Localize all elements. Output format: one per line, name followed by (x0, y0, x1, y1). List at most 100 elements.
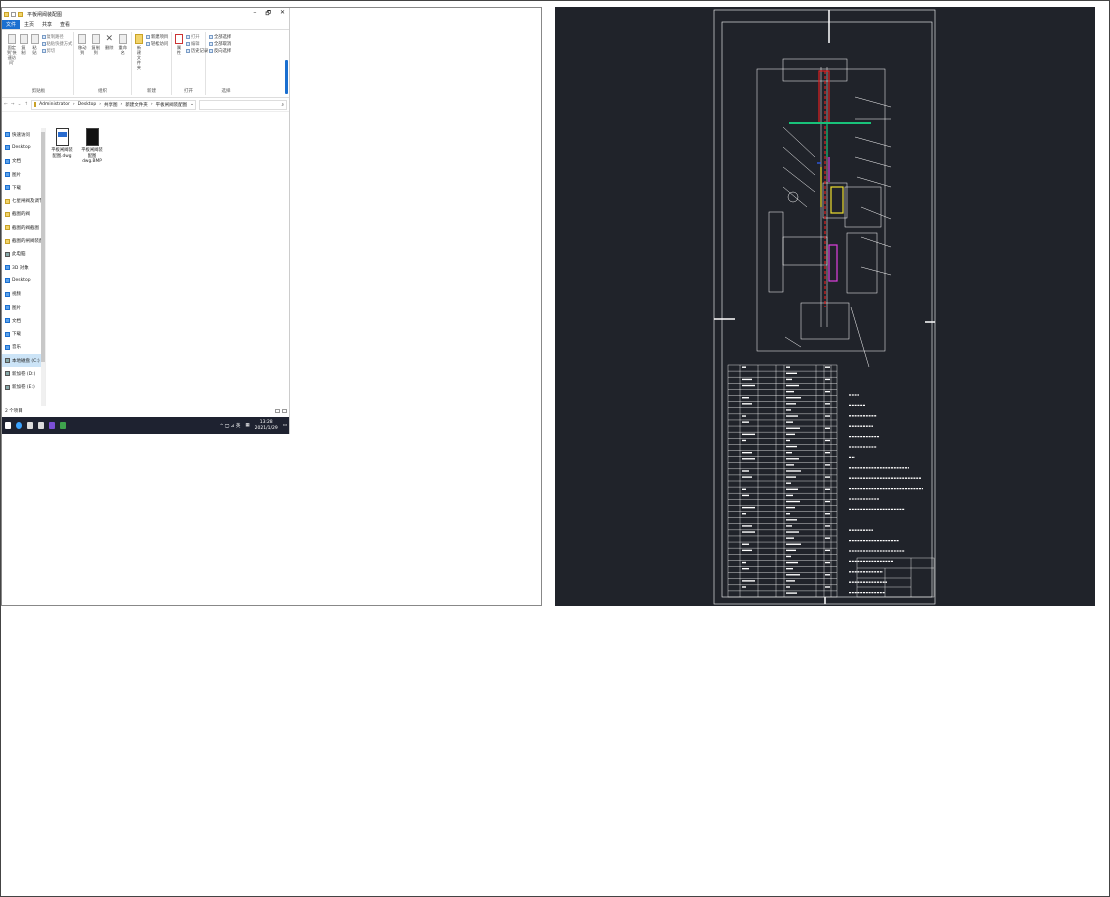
cut-button[interactable]: 剪切 (41, 48, 73, 54)
tab-share[interactable]: 共享 (38, 20, 56, 29)
details-view-icon[interactable] (275, 409, 280, 413)
search-input[interactable]: ⌕ (199, 99, 287, 110)
rename-button[interactable]: 重命名 (118, 32, 129, 95)
file-name: 平板闸阀装配图.dwg (51, 148, 73, 159)
minimize-button[interactable]: – (253, 9, 256, 19)
nav-item[interactable]: 本地磁盘 (C:) (2, 354, 45, 368)
copy-button[interactable]: 复制 (19, 32, 28, 95)
clock[interactable]: 13:28 2021/1/29 (255, 420, 278, 432)
nav-item[interactable]: Desktop (2, 274, 45, 287)
copy-to-button[interactable]: 复制到 (91, 32, 102, 95)
back-arrow-icon[interactable]: ← (4, 102, 8, 107)
nav-item-label: 下载 (12, 185, 21, 191)
tab-home[interactable]: 主页 (20, 20, 38, 29)
nav-item[interactable]: 音乐 (2, 341, 45, 354)
notification-icon[interactable]: ▭ (283, 423, 287, 428)
properties-icon[interactable] (11, 11, 16, 17)
nav-item[interactable]: 视频 (2, 288, 45, 301)
red-stem-nut (818, 70, 830, 124)
breadcrumb-item[interactable]: 新建文件夹 (125, 102, 148, 108)
colored-parts (789, 70, 871, 307)
large-icons-view-icon[interactable] (282, 409, 287, 413)
nav-item[interactable]: 快速访问 (2, 128, 45, 141)
nav-pane-scrollbar[interactable] (41, 128, 45, 406)
maximize-button[interactable]: 🗗 (265, 9, 271, 19)
pin-to-quick-access-button[interactable]: 固定到'快速访问' (7, 32, 17, 95)
move-to-button[interactable]: 移动到 (77, 32, 88, 95)
screen: 平板闸阀装配图 – 🗗 ✕ 文件 主页 共享 查看 固定到'快速访问' 复制 粘… (0, 0, 1110, 897)
breadcrumb[interactable]: Administrator › Desktop › 共享图 › 新建文件夹 › 平板闸阀… (31, 99, 196, 110)
nav-item[interactable]: 下载 (2, 327, 45, 340)
properties-button[interactable]: 属性 (175, 32, 183, 95)
nav-item[interactable]: 此电脑 (2, 248, 45, 261)
breadcrumb-item[interactable]: Administrator (39, 102, 70, 107)
nav-item[interactable]: 截图的阀 (2, 208, 45, 221)
copy-label: 复制 (21, 45, 26, 55)
scrollbar-thumb[interactable] (41, 132, 45, 362)
file-item[interactable]: 平板闸阀装配图.dwg (50, 128, 74, 165)
nav-item[interactable]: 文档 (2, 314, 45, 327)
nav-item-label: 视频 (12, 292, 21, 298)
document-taskbar-icon[interactable] (27, 422, 33, 429)
edit-button[interactable]: 编辑 (186, 41, 208, 47)
nav-item[interactable]: 图片 (2, 301, 45, 314)
invert-selection-label: 反向选择 (214, 49, 232, 54)
new-item-button[interactable]: 新建项目 (146, 34, 168, 40)
easy-access-button[interactable]: 轻松访问 (146, 41, 168, 47)
up-arrow-icon[interactable]: ↑ (24, 102, 28, 107)
keyboard-icon[interactable]: ▦ (245, 423, 249, 428)
file-item[interactable]: 平板闸阀装配图dwg.BMP (80, 128, 104, 165)
chevron-down-icon[interactable]: ⌄ (18, 102, 22, 107)
nav-item[interactable]: 七星闸阀及调节阀 (2, 194, 45, 207)
folder-icon (5, 238, 10, 244)
ribbon-group-open: 属性 打开 编辑 历史记录 打开 (172, 32, 208, 95)
leader-line (854, 96, 892, 108)
select-all-button[interactable]: 全部选择 (209, 34, 231, 40)
leader-line (854, 156, 892, 168)
copy-path-button[interactable]: 复制路径 (41, 34, 73, 40)
delete-button[interactable]: ✕ 删除 (104, 32, 115, 95)
nav-item[interactable]: 新加卷 (D:) (2, 367, 45, 380)
new-folder-icon[interactable] (18, 11, 23, 17)
nav-item-label: 下载 (12, 332, 21, 338)
nav-item[interactable]: 图片 (2, 168, 45, 181)
cad-taskbar-icon[interactable] (49, 422, 55, 429)
select-all-label: 全部选择 (214, 35, 232, 40)
app-taskbar-icon[interactable] (38, 422, 44, 429)
open-group-label: 打开 (184, 89, 193, 94)
nav-item[interactable]: 新加卷 (E:) (2, 381, 45, 394)
ribbon-scrollbar[interactable] (285, 60, 288, 94)
paste-shortcut-button[interactable]: 粘贴快捷方式 (41, 41, 72, 47)
new-folder-button[interactable]: 新建文件夹 (135, 32, 143, 95)
nav-item[interactable]: 下载 (2, 181, 45, 194)
wechat-taskbar-icon[interactable] (60, 422, 66, 429)
tab-file[interactable]: 文件 (2, 20, 21, 29)
breadcrumb-item[interactable]: 共享图 (104, 102, 118, 108)
nav-item-label: 图片 (12, 305, 21, 311)
nav-item[interactable]: Desktop (2, 141, 45, 154)
ribbon-group-select: 全部选择 全部取消 反向选择 选择 (206, 32, 246, 95)
forward-arrow-icon[interactable]: → (11, 102, 15, 107)
tab-view[interactable]: 查看 (56, 20, 74, 29)
handwheel-outline (782, 58, 848, 82)
history-button[interactable]: 历史记录 (186, 48, 208, 54)
nav-item[interactable]: 3D 对象 (2, 261, 45, 274)
gate-valve-assembly-drawing (713, 9, 936, 605)
nav-item[interactable]: 截图的阀截图 (2, 221, 45, 234)
windows-start-icon[interactable] (5, 422, 11, 429)
folder-icon (5, 344, 10, 350)
select-none-button[interactable]: 全部取消 (209, 41, 231, 47)
tray-icons[interactable]: ^ 🖵 ⊿ 英 (220, 423, 241, 429)
nav-item[interactable]: 文档 (2, 155, 45, 168)
nav-item[interactable]: 截图的闸阀装配 (2, 234, 45, 247)
invert-selection-button[interactable]: 反向选择 (209, 48, 231, 54)
star-icon (5, 132, 10, 138)
chevron-down-icon[interactable]: ⌄ (190, 102, 194, 107)
paste-button[interactable]: 粘贴 (30, 32, 39, 95)
folder-icon (5, 291, 10, 297)
close-button[interactable]: ✕ (280, 9, 285, 19)
breadcrumb-item[interactable]: 平板闸阀装配图 (156, 102, 188, 108)
browser-taskbar-icon[interactable] (16, 422, 22, 429)
open-button[interactable]: 打开 (186, 34, 208, 40)
breadcrumb-item[interactable]: Desktop (78, 102, 97, 107)
